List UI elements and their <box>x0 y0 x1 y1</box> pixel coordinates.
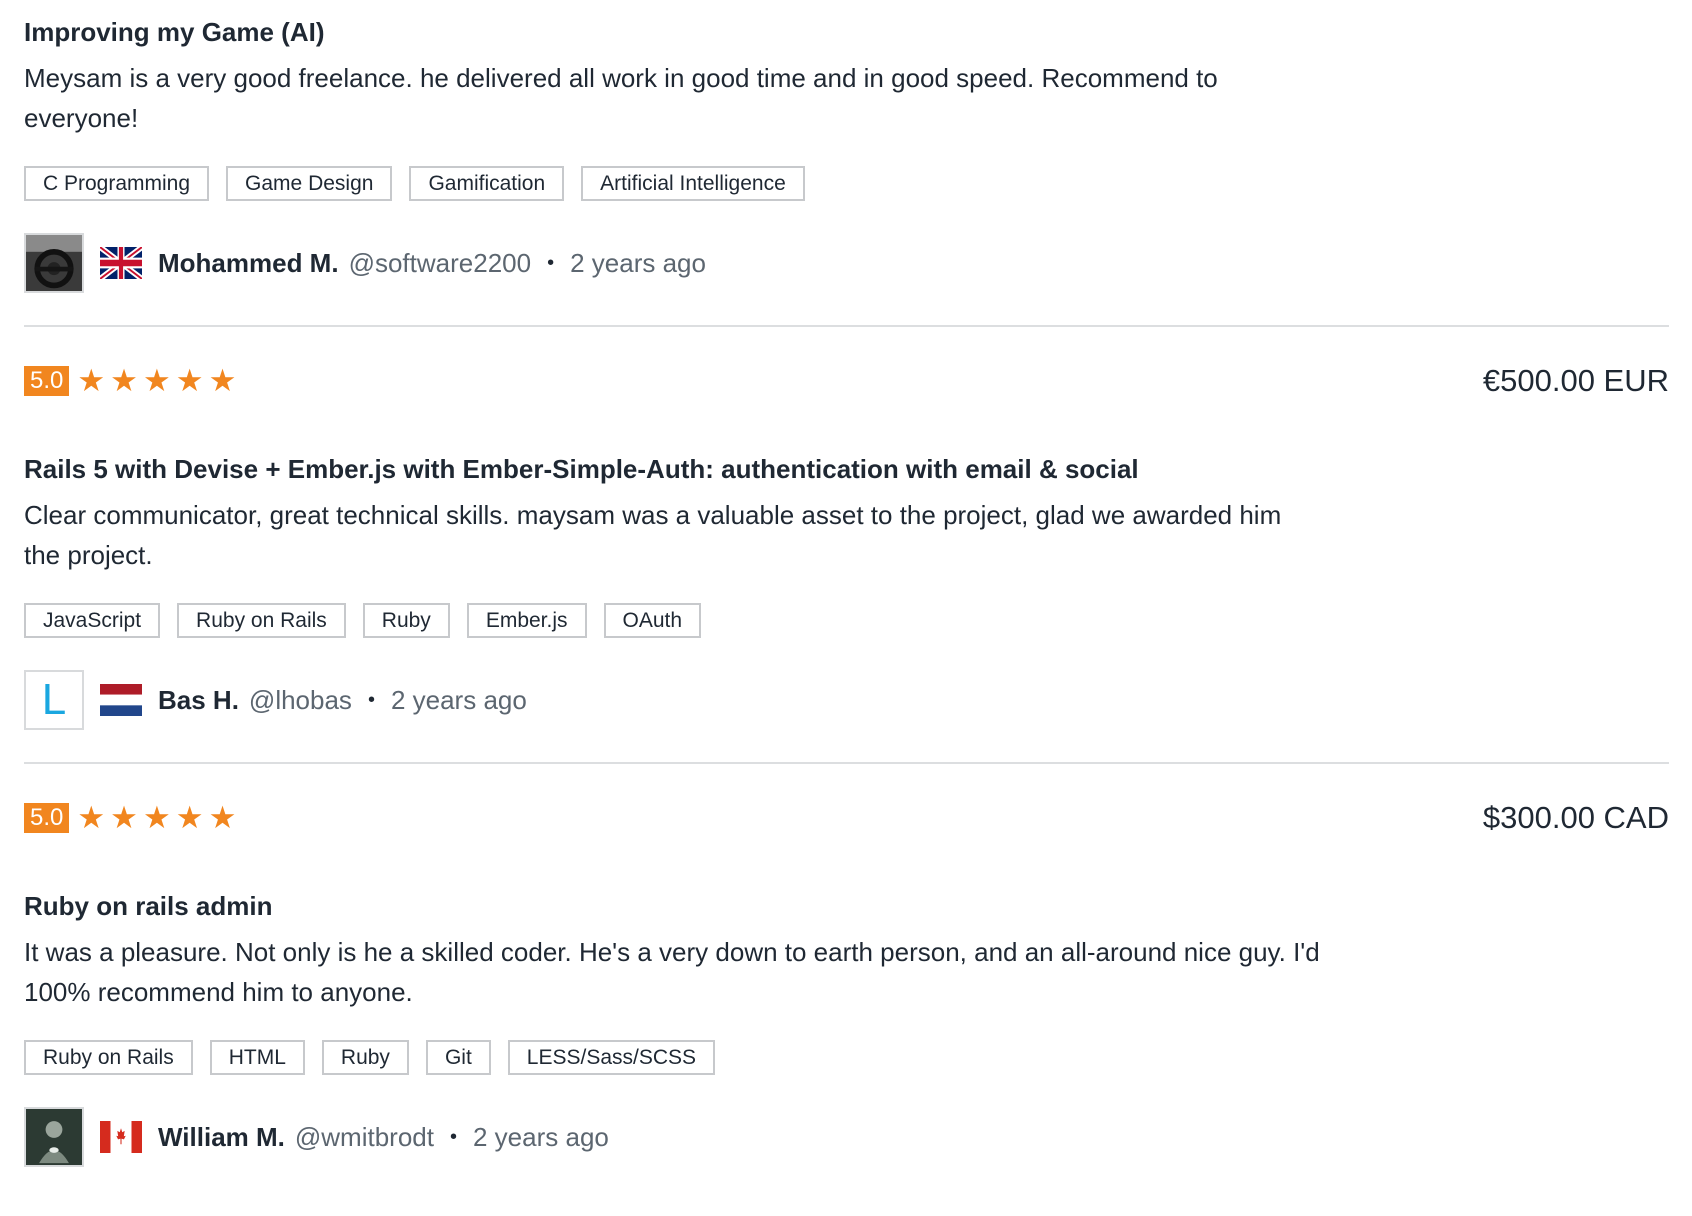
review-time: 2 years ago <box>390 684 527 715</box>
review-time: 2 years ago <box>473 1121 609 1152</box>
reviewer-name[interactable]: Mohammed M. <box>158 248 339 279</box>
reviewer-info: Mohammed M. @software2200 • 2 years ago <box>24 231 1669 295</box>
review-comment: Clear communicator, great technical skil… <box>24 500 1282 570</box>
skill-tag[interactable]: JavaScript <box>24 603 161 638</box>
review-title[interactable]: Rails 5 with Devise + Ember.js with Embe… <box>24 451 1669 487</box>
rating: 5.0 ★ ★ ★ ★ ★ <box>24 800 241 835</box>
skill-tags: JavaScript Ruby on Rails Ruby Ember.js O… <box>24 603 1669 638</box>
star-icon: ★ <box>77 363 106 398</box>
separator-dot: • <box>449 1125 457 1148</box>
review-item: Improving my Game (AI) Meysam is a very … <box>24 0 1669 327</box>
uk-flag-icon <box>100 247 142 279</box>
netherlands-flag-icon <box>100 684 142 716</box>
score-badge: 5.0 <box>24 803 70 833</box>
star-icon: ★ <box>175 800 204 835</box>
reviewer-info: L Bas H. @lhobas • 2 years ago <box>24 668 1669 732</box>
reviews-list: Improving my Game (AI) Meysam is a very … <box>24 0 1669 1169</box>
reviewer-username[interactable]: @software2200 <box>349 248 532 279</box>
portrait-photo-icon <box>26 1109 82 1165</box>
star-icon: ★ <box>142 800 171 835</box>
avatar[interactable] <box>24 233 84 293</box>
avatar[interactable]: L <box>24 670 84 730</box>
separator-dot: • <box>367 688 375 711</box>
rating-row: 5.0 ★ ★ ★ ★ ★ $300.00 CAD <box>24 798 1669 838</box>
rating: 5.0 ★ ★ ★ ★ ★ <box>24 363 241 398</box>
review-time: 2 years ago <box>570 247 706 278</box>
skill-tag[interactable]: LESS/Sass/SCSS <box>507 1040 716 1075</box>
review-title[interactable]: Ruby on rails admin <box>24 888 1669 924</box>
skill-tag[interactable]: Git <box>425 1040 491 1075</box>
score-badge: 5.0 <box>24 366 70 396</box>
canada-flag-icon <box>100 1121 142 1153</box>
reviewer-name[interactable]: Bas H. <box>158 685 239 716</box>
skill-tag[interactable]: Ember.js <box>466 603 587 638</box>
avatar-letter: L <box>41 675 67 724</box>
star-icon: ★ <box>110 800 138 835</box>
skill-tag[interactable]: HTML <box>209 1040 305 1075</box>
separator-dot: • <box>547 251 555 274</box>
star-icon: ★ <box>110 363 138 398</box>
review-comment: Meysam is a very good freelance. he deli… <box>24 63 1218 133</box>
reviewer-info: William M. @wmitbrodt • 2 years ago <box>24 1105 1669 1169</box>
skill-tag[interactable]: Ruby <box>362 603 450 638</box>
rating-row: 5.0 ★ ★ ★ ★ ★ €500.00 EUR <box>24 361 1669 401</box>
avatar[interactable] <box>24 1107 84 1167</box>
skill-tag[interactable]: Game Design <box>226 166 393 201</box>
project-amount: $300.00 CAD <box>1482 800 1669 835</box>
review-item: 5.0 ★ ★ ★ ★ ★ $300.00 CAD Ruby on rails … <box>24 764 1669 1169</box>
star-icon: ★ <box>77 800 106 835</box>
reviewer-username[interactable]: @wmitbrodt <box>295 1122 434 1153</box>
review-item: 5.0 ★ ★ ★ ★ ★ €500.00 EUR Rails 5 with D… <box>24 327 1669 764</box>
reviewer-username[interactable]: @lhobas <box>249 685 352 716</box>
skill-tag[interactable]: Gamification <box>409 166 565 201</box>
skill-tag[interactable]: C Programming <box>24 166 210 201</box>
skill-tag[interactable]: Ruby on Rails <box>177 603 346 638</box>
skill-tag[interactable]: OAuth <box>603 603 702 638</box>
skill-tag[interactable]: Ruby on Rails <box>24 1040 193 1075</box>
star-icon: ★ <box>208 363 237 398</box>
skill-tag[interactable]: Ruby <box>321 1040 409 1075</box>
steering-wheel-photo-icon <box>26 235 82 291</box>
skill-tags: C Programming Game Design Gamification A… <box>24 166 1669 201</box>
skill-tags: Ruby on Rails HTML Ruby Git LESS/Sass/SC… <box>24 1040 1669 1075</box>
review-title[interactable]: Improving my Game (AI) <box>24 14 1669 50</box>
skill-tag[interactable]: Artificial Intelligence <box>581 166 805 201</box>
review-comment: It was a pleasure. Not only is he a skil… <box>24 937 1320 1007</box>
star-icon: ★ <box>142 363 171 398</box>
star-icon: ★ <box>208 800 237 835</box>
reviewer-name[interactable]: William M. <box>158 1122 285 1153</box>
project-amount: €500.00 EUR <box>1482 363 1669 398</box>
star-icon: ★ <box>175 363 204 398</box>
